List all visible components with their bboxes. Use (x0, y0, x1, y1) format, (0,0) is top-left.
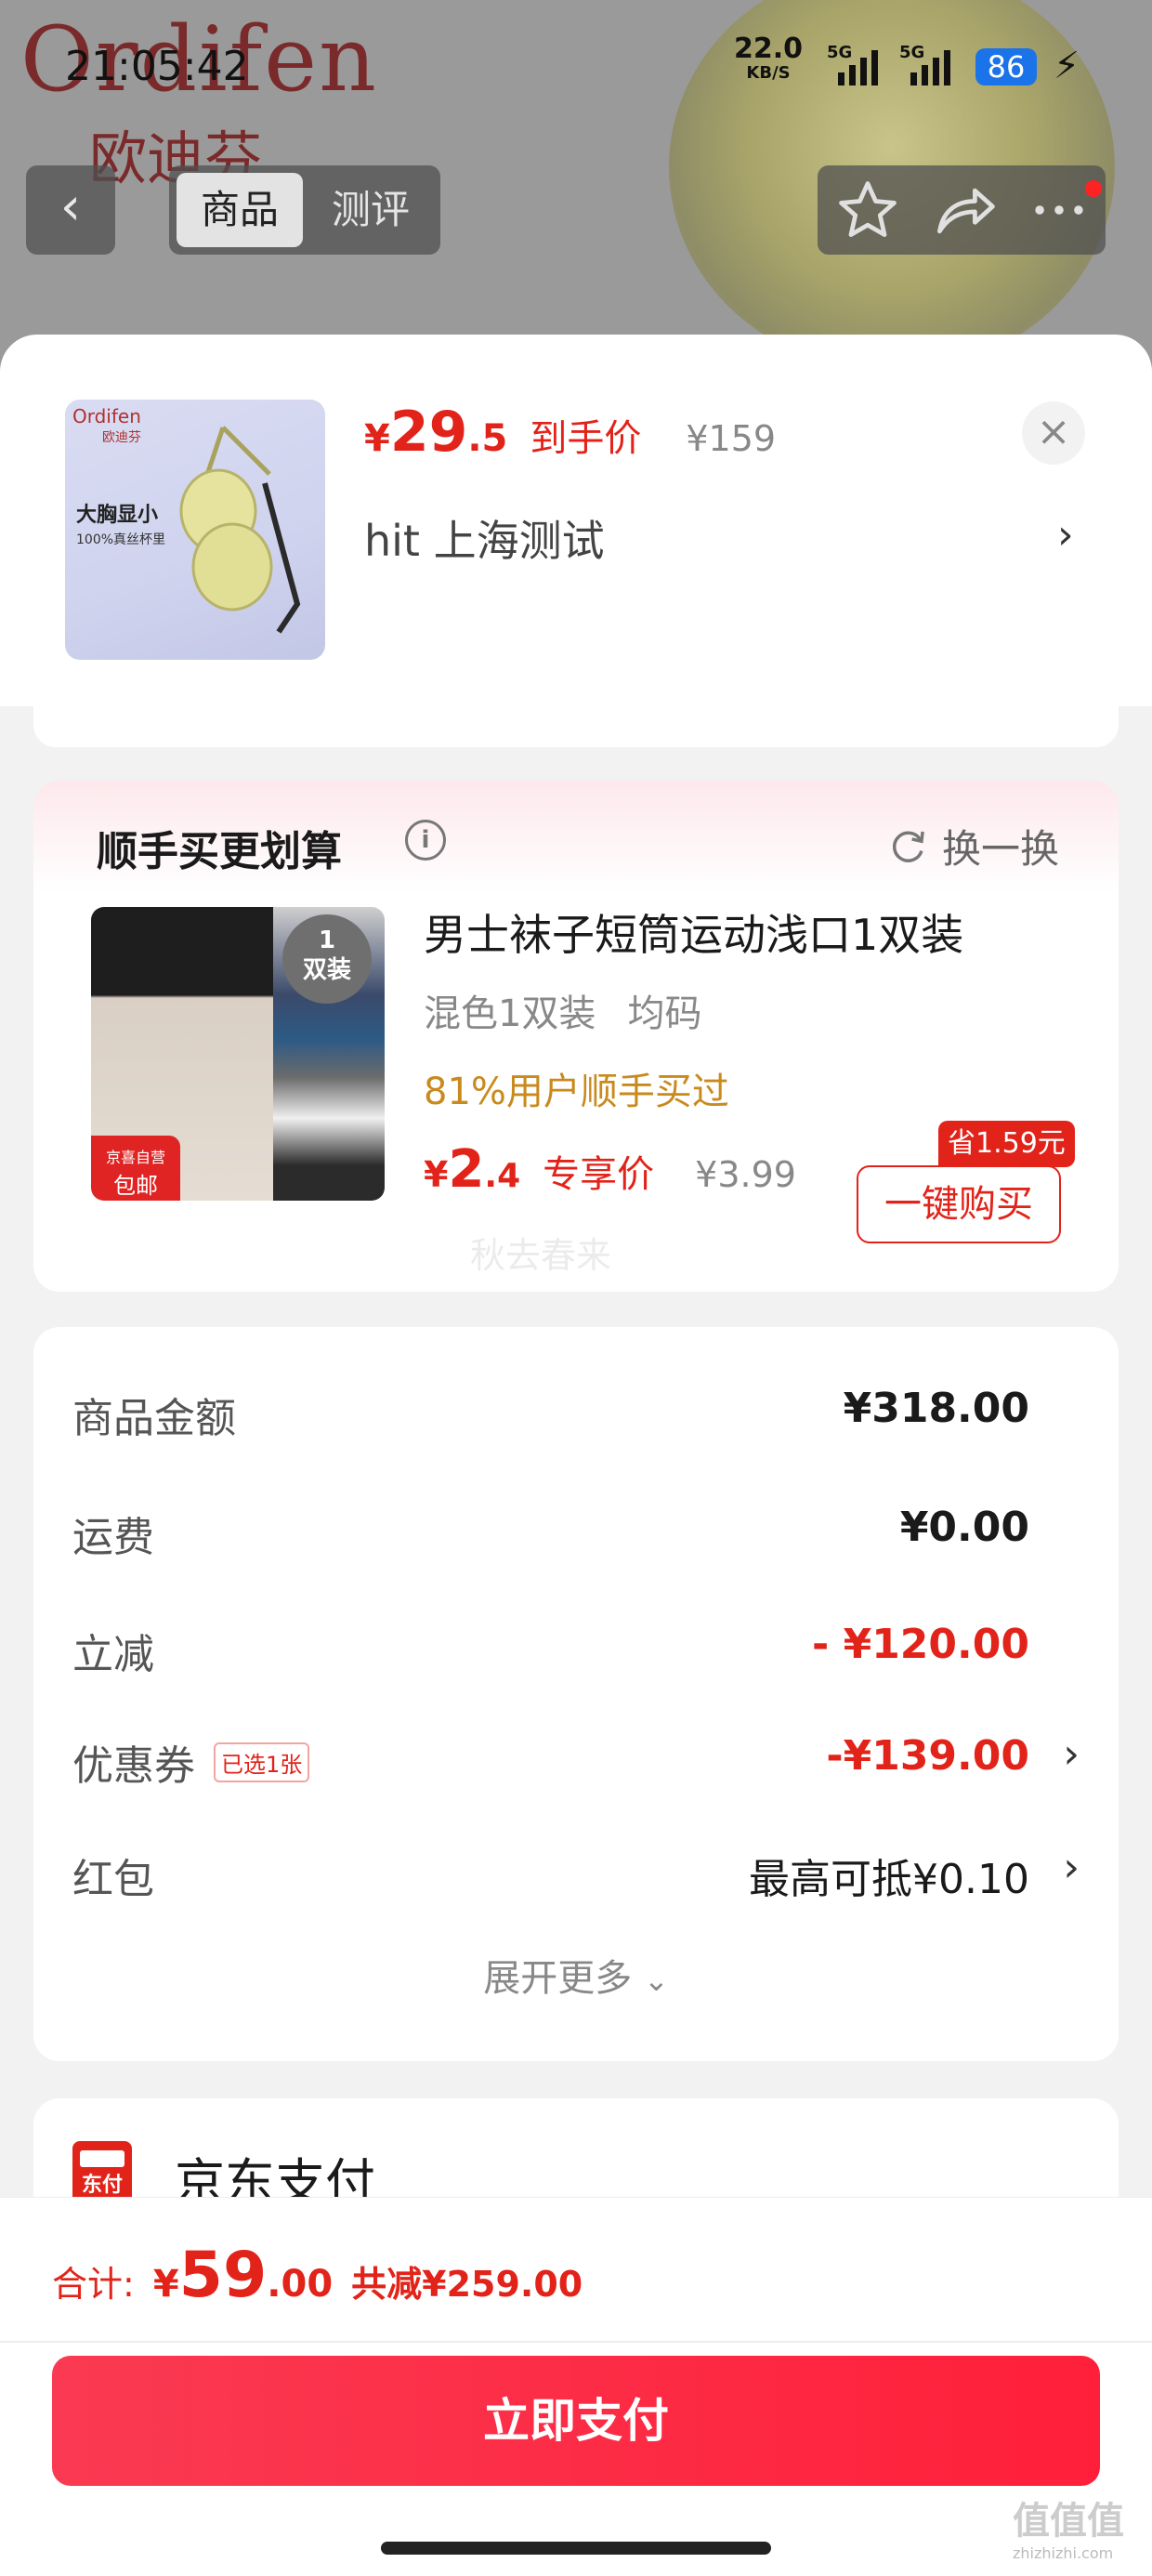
back-button[interactable]: ‹ (26, 165, 115, 255)
background-product-page: Ordifen 欧迪芬 21:05:42 22.0 KB/S 5G 5G 86 … (0, 0, 1152, 390)
addon-price: ¥ 2 .4 专享价 ¥3.99 (424, 1139, 796, 1200)
tab-review[interactable]: 测评 (310, 173, 431, 247)
price-tag: 到手价 (530, 417, 642, 460)
summary-row-red-packet[interactable]: 红包 最高可抵¥0.10 › (72, 1836, 1085, 1911)
status-bar: 21:05:42 22.0 KB/S 5G 5G 86 ⚡ (0, 33, 1152, 102)
summary-row-discount: 立减 - ¥120.00 (72, 1621, 1029, 1678)
addon-product-image[interactable]: 1 双装 京喜自营 包邮 (91, 907, 385, 1201)
network-speed: 22.0 KB/S (734, 33, 804, 84)
addon-spec: 混色1双装 均码 (424, 992, 702, 1035)
free-shipping-badge: 京喜自营 包邮 (91, 1136, 180, 1201)
addon-title: 顺手买更划算 (97, 828, 342, 875)
thumb-slogan: 大胸显小 (76, 504, 159, 527)
charging-icon: ⚡ (1054, 45, 1080, 87)
delivery-address[interactable]: hit 上海测试 (364, 507, 605, 569)
chevron-right-icon[interactable]: › (1063, 1844, 1080, 1891)
price-tag: 专享价 (543, 1153, 655, 1196)
original-price: ¥159 (686, 418, 777, 459)
chevron-left-icon: ‹ (59, 177, 82, 237)
coupon-selected-tag: 已选1张 (214, 1741, 310, 1782)
close-icon: × (1036, 408, 1071, 455)
favorite-star-icon[interactable] (832, 175, 903, 245)
bra-image (179, 426, 301, 634)
addon-card: 顺手买更划算 i 换一换 1 双装 京喜自营 包邮 男士袜子短筒运动浅口1双装 … (33, 781, 1119, 1292)
chevron-down-icon: ⌄ (643, 1963, 669, 1998)
refresh-button[interactable]: 换一换 (886, 818, 1059, 874)
signal-icon (838, 50, 878, 85)
battery-icon: 86 (975, 48, 1037, 85)
chevron-right-icon[interactable]: › (1063, 1730, 1080, 1778)
status-time: 21:05:42 (65, 43, 249, 90)
addon-name: 男士袜子短筒运动浅口1双装 (424, 910, 964, 960)
corner-watermark: 值值值 zhizhizhi.com (1013, 2500, 1124, 2562)
pack-badge: 1 双装 (282, 914, 372, 1004)
price-summary: 商品金额 ¥318.00 运费 ¥0.00 立减 - ¥120.00 优惠券 已… (33, 1327, 1119, 2061)
info-icon[interactable]: i (405, 820, 446, 861)
summary-row-goods: 商品金额 ¥318.00 (72, 1385, 1029, 1442)
notification-dot (1085, 180, 1102, 197)
divider (0, 2341, 1152, 2343)
share-icon[interactable] (929, 175, 1000, 245)
close-button[interactable]: × (1022, 401, 1085, 465)
pay-now-button[interactable]: 立即支付 (52, 2356, 1100, 2486)
tab-goods[interactable]: 商品 (177, 173, 303, 247)
chevron-right-icon[interactable]: › (1057, 511, 1074, 559)
page-tabs: 商品 测评 (169, 165, 440, 255)
top-right-tools (818, 165, 1106, 255)
thumb-brand-cn: 欧迪芬 (102, 430, 141, 445)
refresh-icon (893, 831, 924, 862)
thumb-subslogan: 100%真丝杯里 (76, 532, 166, 547)
order-total: 合计: ¥ 59 .00 共减¥259.00 (52, 2239, 583, 2312)
bottom-action-bar: 合计: ¥ 59 .00 共减¥259.00 立即支付 (0, 2197, 1152, 2576)
original-price: ¥3.99 (695, 1154, 796, 1195)
home-indicator (381, 2542, 771, 2555)
thumb-brand: Ordifen (72, 405, 141, 427)
watermark: 秋去春来 (470, 1235, 612, 1276)
card-edge (33, 699, 1119, 747)
more-icon[interactable] (1024, 175, 1094, 245)
summary-row-shipping: 运费 ¥0.00 (72, 1504, 1029, 1561)
summary-row-coupon[interactable]: 优惠券 已选1张 -¥139.00 › (72, 1723, 1085, 1797)
save-badge: 省1.59元 (938, 1121, 1075, 1167)
signal-icon (910, 50, 950, 85)
product-price: ¥ 29 .5 到手价 ¥159 (364, 400, 777, 465)
one-click-buy-button[interactable]: 一键购买 (857, 1165, 1061, 1243)
total-saved: 共减¥259.00 (351, 2264, 583, 2305)
product-thumbnail: Ordifen 欧迪芬 大胸显小 100%真丝杯里 (65, 400, 325, 660)
expand-more-button[interactable]: 展开更多 ⌄ (33, 1948, 1119, 2002)
product-header: Ordifen 欧迪芬 大胸显小 100%真丝杯里 ¥ 29 .5 到手价 ¥1… (0, 335, 1152, 706)
addon-social-proof: 81%用户顺手买过 (424, 1071, 729, 1113)
